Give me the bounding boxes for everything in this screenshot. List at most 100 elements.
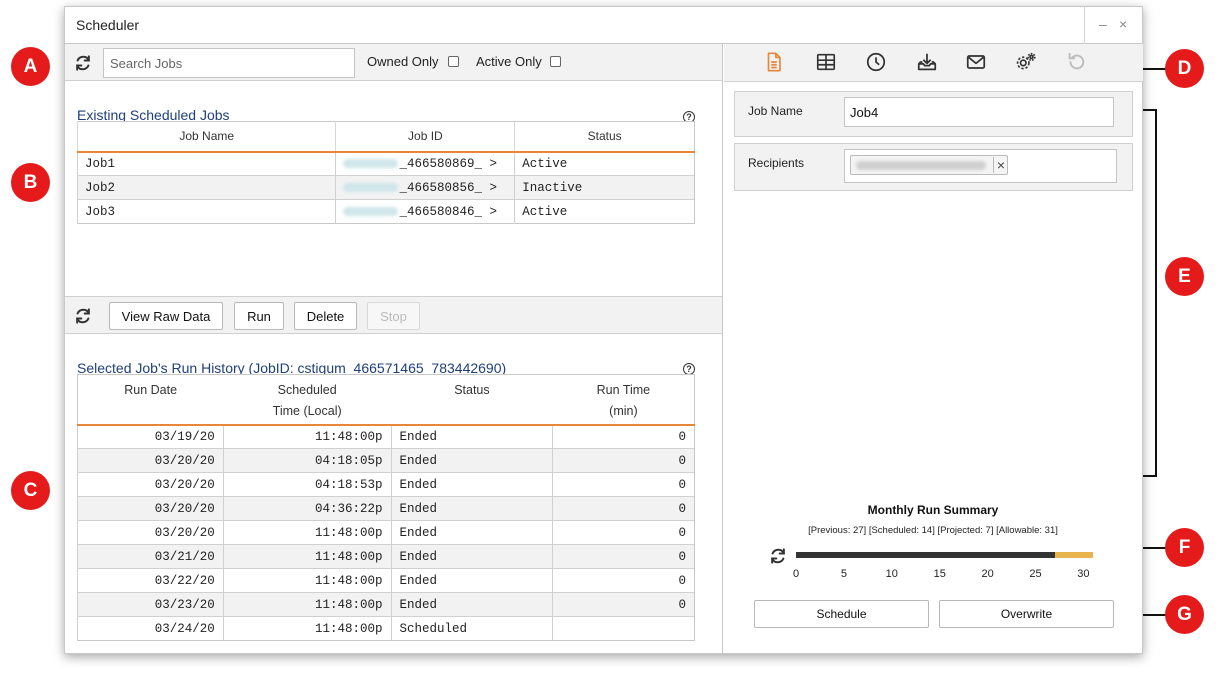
search-bar: Owned Only Active Only (65, 44, 722, 81)
right-panel: Job Name Recipients × Monthly Run Summar… (724, 44, 1143, 654)
clock-icon[interactable] (865, 51, 887, 73)
table-row[interactable]: Job2 _466580856_ > Inactive (76, 175, 695, 200)
axis-tick-label: 30 (1077, 568, 1090, 580)
job-name-input[interactable] (844, 97, 1114, 127)
table-row[interactable]: 03/21/20 11:48:00p Ended 0 (77, 544, 695, 569)
title-bar: Scheduler – × (65, 7, 1142, 44)
undo-icon[interactable] (1065, 51, 1087, 73)
overwrite-button[interactable]: Overwrite (939, 600, 1114, 628)
table-row[interactable]: Job1 _466580869_ > Active (76, 151, 695, 176)
schedule-button[interactable]: Schedule (754, 600, 929, 628)
job-id-cell[interactable]: _466580846_ > (335, 199, 515, 224)
active-only-checkbox[interactable] (550, 56, 561, 67)
annotation-marker: E (1165, 257, 1204, 296)
run-status-cell: Ended (390, 424, 553, 449)
owned-only-label: Owned Only (367, 54, 439, 69)
axis-tick-label: 15 (933, 568, 946, 580)
run-time-cell: 0 (552, 520, 695, 545)
run-date-cell: 03/20/20 (77, 496, 224, 521)
axis-tick-label: 10 (885, 568, 898, 580)
run-time-cell: 0 (552, 472, 695, 497)
redacted-text (343, 182, 399, 192)
scheduled-time-cell: 04:36:22p (222, 496, 392, 521)
table-icon[interactable] (815, 51, 837, 73)
stop-button[interactable]: Stop (367, 302, 420, 330)
view-raw-data-button[interactable]: View Raw Data (109, 302, 223, 330)
job-name-label: Job Name (748, 104, 803, 118)
download-tray-icon[interactable] (916, 51, 938, 73)
active-only-label: Active Only (476, 54, 542, 69)
axis-tick-label: 5 (840, 568, 847, 580)
job-id-cell[interactable]: _466580869_ > (335, 151, 515, 176)
scheduled-time-cell: 11:48:00p (222, 520, 392, 545)
run-time-cell: 0 (552, 496, 695, 521)
refresh-summary-icon[interactable] (768, 546, 788, 566)
run-time-cell: 0 (552, 592, 695, 617)
recipient-chip[interactable]: × (850, 155, 1008, 175)
minimize-button[interactable]: – (1099, 16, 1107, 32)
table-row[interactable]: 03/20/20 04:36:22p Ended 0 (77, 496, 695, 521)
search-input[interactable] (103, 48, 355, 78)
table-row[interactable]: 03/20/20 04:18:53p Ended 0 (77, 472, 695, 497)
column-header[interactable]: Job ID (335, 121, 515, 153)
window-title: Scheduler (76, 17, 140, 33)
column-header[interactable]: Run Time (min) (552, 374, 695, 426)
monthly-run-progress-bar (796, 552, 1093, 558)
run-date-cell: 03/20/20 (77, 520, 224, 545)
table-row[interactable]: 03/20/20 04:18:05p Ended 0 (77, 448, 695, 473)
run-history-table: Run Date Scheduled Time (Local) Status Ru… (77, 374, 695, 641)
job-id-cell[interactable]: _466580856_ > (335, 175, 515, 200)
monthly-summary-detail: [Previous: 27] [Scheduled: 14] [Projecte… (808, 525, 1058, 536)
run-status-cell: Ended (390, 520, 553, 545)
scheduled-time-cell: 11:48:00p (222, 592, 392, 617)
column-header[interactable]: Status (391, 374, 553, 426)
monthly-summary-title: Monthly Run Summary (867, 503, 999, 517)
job-status-cell: Active (514, 151, 695, 176)
scheduler-window: Scheduler – × Owned Only Active Only Exi… (64, 6, 1143, 654)
annotation-marker: G (1165, 595, 1204, 634)
remove-recipient-icon[interactable]: × (992, 157, 1005, 173)
owned-only-checkbox[interactable] (448, 56, 459, 67)
refresh-history-icon[interactable] (73, 306, 93, 326)
refresh-icon[interactable] (73, 53, 93, 73)
run-status-cell: Scheduled (390, 616, 553, 641)
scheduled-time-cell: 11:48:00p (222, 424, 392, 449)
delete-button[interactable]: Delete (294, 302, 357, 330)
run-status-cell: Ended (390, 544, 553, 569)
progress-fill (796, 552, 1055, 558)
run-date-cell: 03/19/20 (77, 424, 224, 449)
table-row[interactable]: Job3 _466580846_ > Active (76, 199, 695, 224)
job-name-cell: Job2 (76, 175, 336, 200)
table-row[interactable]: 03/19/20 11:48:00p Ended 0 (77, 424, 695, 449)
close-button[interactable]: × (1119, 16, 1127, 32)
column-header[interactable]: Status (514, 121, 695, 153)
gears-icon[interactable] (1015, 51, 1037, 73)
run-button[interactable]: Run (234, 302, 284, 330)
run-status-cell: Ended (390, 472, 553, 497)
run-time-cell: 0 (552, 568, 695, 593)
scheduled-time-cell: 11:48:00p (222, 544, 392, 569)
mail-icon[interactable] (965, 51, 987, 73)
recipients-input[interactable]: × (844, 149, 1117, 183)
column-header[interactable]: Scheduled Time (Local) (223, 374, 392, 426)
table-row[interactable]: 03/24/20 11:48:00p Scheduled (77, 616, 695, 641)
annotation-marker: A (11, 47, 50, 86)
jobs-table: Job Name Job ID Status Job1 _466580869_ … (76, 121, 695, 224)
table-row[interactable]: 03/20/20 11:48:00p Ended 0 (77, 520, 695, 545)
redacted-text (343, 206, 399, 216)
document-icon[interactable] (763, 51, 785, 73)
scheduled-time-cell: 04:18:05p (222, 448, 392, 473)
run-date-cell: 03/24/20 (77, 616, 224, 641)
axis-tick-label: 0 (792, 568, 800, 580)
column-header[interactable]: Run Date (77, 374, 224, 426)
annotation-connector (1143, 614, 1167, 616)
redacted-text (343, 158, 399, 168)
annotation-marker: D (1165, 49, 1204, 88)
annotation-connector (1143, 547, 1167, 549)
column-header[interactable]: Job Name (76, 121, 336, 153)
run-time-cell: 0 (552, 544, 695, 569)
table-row[interactable]: 03/22/20 11:48:00p Ended 0 (77, 568, 695, 593)
table-row[interactable]: 03/23/20 11:48:00p Ended 0 (77, 592, 695, 617)
axis-tick-label: 20 (981, 568, 994, 580)
run-status-cell: Ended (390, 568, 553, 593)
